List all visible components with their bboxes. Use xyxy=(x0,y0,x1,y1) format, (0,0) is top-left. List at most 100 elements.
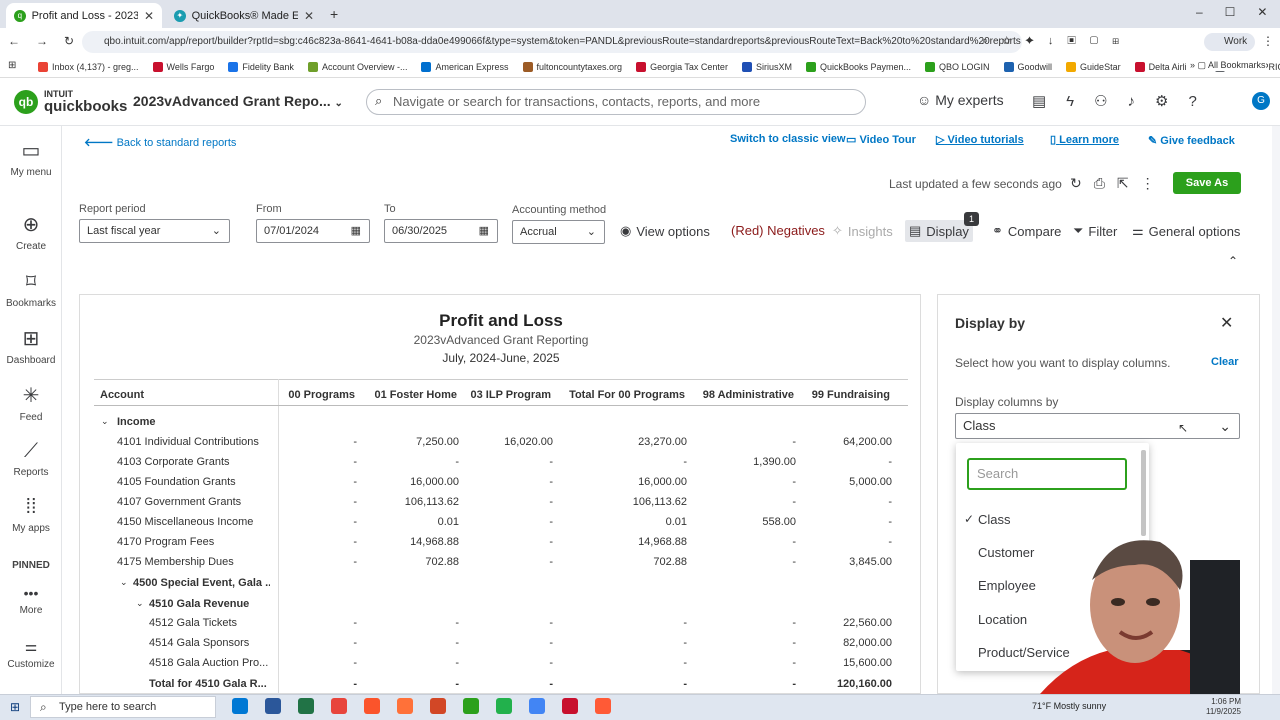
column-header[interactable]: 98 Administrative xyxy=(703,389,794,401)
taskbar-app-icon[interactable] xyxy=(364,698,380,714)
nav-item-my-menu[interactable]: ▭ My menu xyxy=(0,138,62,178)
display-button[interactable]: ▤ Display xyxy=(905,220,973,242)
dropdown-option[interactable]: Location xyxy=(978,612,1027,627)
nav-item-bookmarks[interactable]: ⌑ Bookmarks xyxy=(0,269,62,309)
dropdown-option[interactable]: Class xyxy=(978,512,1011,527)
taskbar-app-icon[interactable] xyxy=(496,698,512,714)
close-tab-icon[interactable]: ✕ xyxy=(144,9,154,23)
dropdown-search-input[interactable]: Search xyxy=(967,458,1127,490)
bookmark-item[interactable]: Georgia Tax Center xyxy=(636,61,728,72)
video-tour-link[interactable]: ▭ Video Tour xyxy=(846,133,916,146)
menu-kebab-icon[interactable]: ⋮ xyxy=(1262,34,1274,48)
taskbar-app-icon[interactable] xyxy=(265,698,281,714)
report-period-select[interactable]: Last fiscal year ⌄ xyxy=(79,219,230,243)
collapse-chevron-up-icon[interactable]: ⌃ xyxy=(1228,254,1238,268)
display-columns-select[interactable]: Class ⌄ xyxy=(955,413,1240,439)
table-row[interactable]: 4518 Gala Auction Pro... - - - - - 15,600.00 xyxy=(80,653,920,673)
column-header[interactable]: 99 Fundraising xyxy=(812,389,890,401)
bookmark-item[interactable]: fultoncountytaxes.org xyxy=(522,61,622,72)
bookmark-item[interactable]: QBO LOGIN xyxy=(925,61,990,72)
bookmark-item[interactable]: Goodwill xyxy=(1003,61,1052,72)
bookmark-item[interactable]: QuickBooks Paymen... xyxy=(805,61,911,72)
bookmark-item[interactable]: SiriusXM xyxy=(741,61,792,72)
taskbar-app-icon[interactable] xyxy=(595,698,611,714)
window-controls[interactable]: –☐✕ xyxy=(1196,5,1280,19)
learn-more-link[interactable]: ▯ Learn more xyxy=(1050,133,1119,146)
clear-link[interactable]: Clear xyxy=(1211,356,1239,368)
table-row[interactable]: 4105 Foundation Grants - 16,000.00 - 16,000.… xyxy=(80,472,920,492)
nav-item-create[interactable]: ⊕ Create xyxy=(0,212,62,252)
nav-item-feed[interactable]: ✳ Feed xyxy=(0,383,62,423)
insights-button[interactable]: ✧ Insights xyxy=(832,223,893,239)
give-feedback-link[interactable]: ✎ Give feedback xyxy=(1148,134,1235,147)
taskbar-app-icon[interactable] xyxy=(529,698,545,714)
table-row[interactable]: 4170 Program Fees - 14,968.88 - 14,968.88 - - xyxy=(80,532,920,552)
extension-icons[interactable]: ⌕☆✦↓▣▢⊞ xyxy=(982,35,1133,48)
table-row[interactable]: Total for 4510 Gala R... - - - - - 120,160.00 xyxy=(80,674,920,693)
bookmark-item[interactable]: American Express xyxy=(421,61,509,72)
column-header[interactable]: 00 Programs xyxy=(288,389,355,401)
table-row[interactable]: 4512 Gala Tickets - - - - - 22,560.00 xyxy=(80,613,920,633)
customize-button[interactable]: ⚌ Customize xyxy=(0,638,62,670)
table-row[interactable]: Income ⌄ xyxy=(80,412,920,432)
more-button[interactable]: ••• More xyxy=(0,585,62,616)
nav-buttons[interactable]: ←→↻ xyxy=(8,34,90,48)
apps-grid-icon[interactable]: ⊞ xyxy=(8,60,16,71)
bookmark-item[interactable]: GuideStar xyxy=(1066,61,1121,72)
dropdown-option[interactable]: Customer xyxy=(978,545,1034,560)
red-negatives-button[interactable]: (Red) Negatives xyxy=(731,223,825,238)
taskbar-app-icon[interactable] xyxy=(232,698,248,714)
taskbar-app-icon[interactable] xyxy=(397,698,413,714)
bookmark-item[interactable]: Inbox (4,137) - greg... xyxy=(38,61,139,72)
weather-widget[interactable]: 71°F Mostly sunny xyxy=(1032,701,1106,711)
taskbar-app-icon[interactable] xyxy=(562,698,578,714)
table-row[interactable]: 4500 Special Event, Gala ... ⌄ xyxy=(80,573,920,593)
report-action-icons[interactable]: ↻⎙⇱⋮ xyxy=(1070,175,1167,192)
from-date-input[interactable]: 07/01/2024 ▦ xyxy=(256,219,370,243)
taskbar-app-icon[interactable] xyxy=(430,698,446,714)
nav-item-dashboard[interactable]: ⊞ Dashboard xyxy=(0,326,62,366)
back-to-reports-link[interactable]: 🡐 Back to standard reports xyxy=(84,135,236,149)
column-header[interactable]: 03 ILP Program xyxy=(471,389,552,401)
collapse-chevron-icon[interactable]: ⌄ xyxy=(136,598,144,609)
avatar[interactable]: G xyxy=(1252,92,1270,110)
system-clock[interactable]: 1:06 PM 11/9/2025 xyxy=(1206,697,1241,717)
to-date-input[interactable]: 06/30/2025 ▦ xyxy=(384,219,498,243)
table-row[interactable]: 4101 Individual Contributions - 7,250.00 16… xyxy=(80,432,920,452)
profile-button[interactable]: Work xyxy=(1204,33,1256,51)
filter-button[interactable]: ⏷ Filter xyxy=(1073,223,1117,239)
new-tab-icon[interactable]: + xyxy=(330,6,338,22)
column-header[interactable]: Total For 00 Programs xyxy=(569,389,685,401)
bookmark-item[interactable]: Wells Fargo xyxy=(152,61,214,72)
taskbar-search-input[interactable]: Type here to search xyxy=(30,696,216,718)
bookmark-item[interactable]: Fidelity Bank xyxy=(228,61,294,72)
table-row[interactable]: 4103 Corporate Grants - - - - 1,390.00 - xyxy=(80,452,920,472)
collapse-chevron-icon[interactable]: ⌄ xyxy=(101,416,109,427)
compare-button[interactable]: ⚭ Compare xyxy=(992,223,1061,239)
save-as-button[interactable]: Save As xyxy=(1173,172,1241,194)
video-tutorials-link[interactable]: ▷ Video tutorials xyxy=(936,133,1024,146)
header-icons[interactable]: ▤ϟ⚇♪⚙? xyxy=(1032,92,1217,110)
windows-start-icon[interactable]: ⊞ xyxy=(10,700,20,714)
view-options-button[interactable]: ◉ View options xyxy=(620,223,710,239)
accounting-method-select[interactable]: Accrual ⌄ xyxy=(512,220,605,244)
nav-item-reports[interactable]: ⟋ Reports xyxy=(0,440,62,478)
close-icon[interactable]: ✕ xyxy=(1220,313,1233,333)
company-switcher[interactable]: 2023vAdvanced Grant Repo... ⌄ xyxy=(133,93,343,109)
dropdown-option[interactable]: Employee xyxy=(978,578,1036,593)
my-experts-button[interactable]: ☺ My experts xyxy=(917,92,1004,108)
global-search-input[interactable]: Navigate or search for transactions, con… xyxy=(366,89,866,115)
browser-tab-active[interactable]: q Profit and Loss - 2023vAdvance ✕ xyxy=(6,3,162,28)
classic-view-link[interactable]: Switch to classic view xyxy=(730,133,846,145)
url-field[interactable]: qbo.intuit.com/app/report/builder?rptId=… xyxy=(82,31,1022,53)
table-row[interactable]: 4514 Gala Sponsors - - - - - 82,000.00 xyxy=(80,633,920,653)
quickbooks-logo[interactable]: qb INTUIT quickbooks xyxy=(14,90,127,114)
column-header-account[interactable]: Account xyxy=(100,389,144,401)
close-tab-icon[interactable]: ✕ xyxy=(304,9,314,23)
taskbar-app-icon[interactable] xyxy=(298,698,314,714)
bookmark-item[interactable]: Account Overview -... xyxy=(307,61,407,72)
browser-tab[interactable]: ✦ QuickBooks® Made Easy™ for ✕ xyxy=(166,3,322,28)
table-row[interactable]: 4510 Gala Revenue ⌄ xyxy=(80,594,920,614)
all-bookmarks[interactable]: » ▢ All Bookmarks xyxy=(1186,60,1266,71)
taskbar-app-icon[interactable] xyxy=(331,698,347,714)
